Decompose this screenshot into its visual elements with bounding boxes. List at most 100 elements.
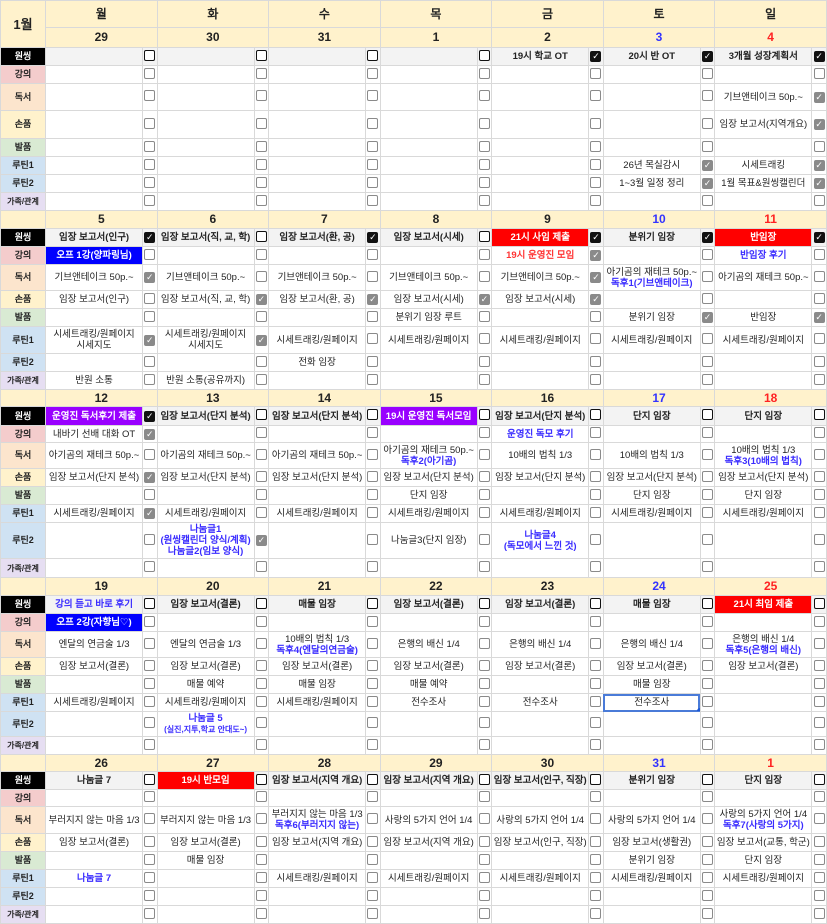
checkbox[interactable] xyxy=(367,140,379,152)
checkbox[interactable] xyxy=(255,907,267,919)
checkbox[interactable] xyxy=(367,67,379,79)
checkbox[interactable] xyxy=(478,813,490,824)
task-cell[interactable] xyxy=(491,851,590,870)
checkbox[interactable] xyxy=(478,49,490,61)
checkbox[interactable] xyxy=(367,117,379,129)
checkbox[interactable] xyxy=(144,791,156,802)
checkbox[interactable] xyxy=(702,597,714,609)
task-cell[interactable] xyxy=(714,711,813,737)
checkbox[interactable] xyxy=(367,561,379,572)
task-cell[interactable]: 단지 임장 xyxy=(602,486,701,505)
checkbox[interactable]: ✓ xyxy=(367,232,379,243)
checkbox[interactable] xyxy=(813,409,825,420)
checkbox[interactable] xyxy=(367,176,379,188)
checkbox[interactable] xyxy=(367,717,379,728)
checkbox[interactable] xyxy=(478,791,490,802)
task-cell[interactable]: 매물 임장 xyxy=(602,675,701,694)
checkbox[interactable] xyxy=(813,907,825,919)
checkbox[interactable] xyxy=(255,717,267,728)
task-cell[interactable]: 시세트래킹/원페이지 xyxy=(379,326,478,354)
checkbox[interactable] xyxy=(813,738,825,750)
task-cell[interactable] xyxy=(268,905,367,924)
checkbox[interactable] xyxy=(144,717,156,728)
checkbox[interactable] xyxy=(478,561,490,572)
task-cell[interactable]: 시세트래킹/원페이지 xyxy=(45,504,144,523)
checkbox[interactable] xyxy=(702,533,714,545)
task-cell[interactable]: 시세트래킹 xyxy=(714,156,813,175)
task-cell[interactable] xyxy=(45,65,144,84)
checkbox[interactable]: ✓ xyxy=(144,232,156,243)
checkbox[interactable] xyxy=(144,695,156,707)
checkbox[interactable] xyxy=(590,310,602,322)
task-cell[interactable] xyxy=(156,486,255,505)
task-cell[interactable] xyxy=(379,83,478,111)
checkbox[interactable] xyxy=(144,488,156,500)
task-cell[interactable] xyxy=(379,138,478,157)
checkbox[interactable] xyxy=(478,695,490,707)
task-cell[interactable]: 시세트래킹/원페이지 xyxy=(714,504,813,523)
checkbox[interactable] xyxy=(478,248,490,260)
checkbox[interactable] xyxy=(367,889,379,901)
checkbox[interactable] xyxy=(255,355,267,367)
checkbox[interactable] xyxy=(255,659,267,671)
task-cell[interactable]: 19시 운영진 독서모임 xyxy=(379,406,478,426)
checkbox[interactable] xyxy=(144,889,156,901)
checkbox[interactable] xyxy=(478,470,490,482)
task-cell[interactable]: 10배의 법칙 1/3 독후3(10배의 법칙) xyxy=(714,442,813,469)
task-cell[interactable]: 시세트래킹/원페이지 xyxy=(379,869,478,888)
task-cell[interactable] xyxy=(714,65,813,84)
checkbox[interactable]: ✓ xyxy=(144,508,156,519)
task-cell[interactable] xyxy=(491,65,590,84)
task-cell[interactable] xyxy=(602,192,701,211)
checkbox[interactable]: ✓ xyxy=(144,272,156,283)
checkbox[interactable] xyxy=(813,333,825,344)
checkbox[interactable] xyxy=(702,427,714,438)
task-cell[interactable]: 오프 2강(자향님♡) xyxy=(45,613,144,632)
task-cell[interactable] xyxy=(156,192,255,211)
task-cell[interactable]: 임장 보고서(결론) xyxy=(156,595,255,614)
task-cell[interactable]: 임장 보고서(단지 분석) xyxy=(714,468,813,487)
checkbox[interactable] xyxy=(144,853,156,865)
checkbox[interactable] xyxy=(478,117,490,129)
task-cell[interactable]: 강의 듣고 바로 후기 xyxy=(45,595,144,614)
task-cell[interactable] xyxy=(379,558,478,578)
checkbox[interactable] xyxy=(144,355,156,367)
task-cell[interactable] xyxy=(268,851,367,870)
task-cell[interactable] xyxy=(602,83,701,111)
checkbox[interactable] xyxy=(590,615,602,627)
task-cell[interactable] xyxy=(491,192,590,211)
checkbox[interactable] xyxy=(590,194,602,206)
checkbox[interactable] xyxy=(813,488,825,500)
task-cell[interactable] xyxy=(268,246,367,265)
checkbox[interactable] xyxy=(367,194,379,206)
checkbox[interactable] xyxy=(255,813,267,824)
task-cell[interactable]: 은행의 배신 1/4 xyxy=(379,631,478,658)
checkbox[interactable] xyxy=(144,835,156,847)
checkbox[interactable] xyxy=(813,659,825,671)
checkbox[interactable] xyxy=(702,140,714,152)
checkbox[interactable] xyxy=(367,597,379,609)
task-cell[interactable] xyxy=(602,887,701,906)
task-cell[interactable]: 임장 보고서(결론) xyxy=(268,657,367,676)
task-cell[interactable] xyxy=(156,905,255,924)
checkbox[interactable] xyxy=(478,637,490,649)
checkbox[interactable] xyxy=(367,270,379,282)
task-cell[interactable]: 10배의 법칙 1/3 xyxy=(491,442,590,469)
checkbox[interactable] xyxy=(367,813,379,824)
task-cell[interactable]: 매물 임장 xyxy=(268,675,367,694)
checkbox[interactable] xyxy=(478,140,490,152)
checkbox[interactable] xyxy=(255,427,267,438)
task-cell[interactable]: 부러지지 않는 마음 1/3 xyxy=(45,806,144,834)
checkbox[interactable] xyxy=(590,659,602,671)
task-cell[interactable] xyxy=(714,675,813,694)
task-cell[interactable] xyxy=(45,174,144,193)
task-cell[interactable] xyxy=(45,353,144,372)
task-cell[interactable]: 반임장 xyxy=(714,228,813,247)
task-cell[interactable]: 은행의 배신 1/4 독후5(은행의 배신) xyxy=(714,631,813,658)
checkbox[interactable]: ✓ xyxy=(144,428,156,440)
task-cell[interactable]: 단지 임장 xyxy=(714,486,813,505)
task-cell[interactable] xyxy=(268,522,367,559)
task-cell[interactable] xyxy=(45,110,144,139)
task-cell[interactable] xyxy=(268,887,367,906)
checkbox[interactable] xyxy=(255,488,267,500)
